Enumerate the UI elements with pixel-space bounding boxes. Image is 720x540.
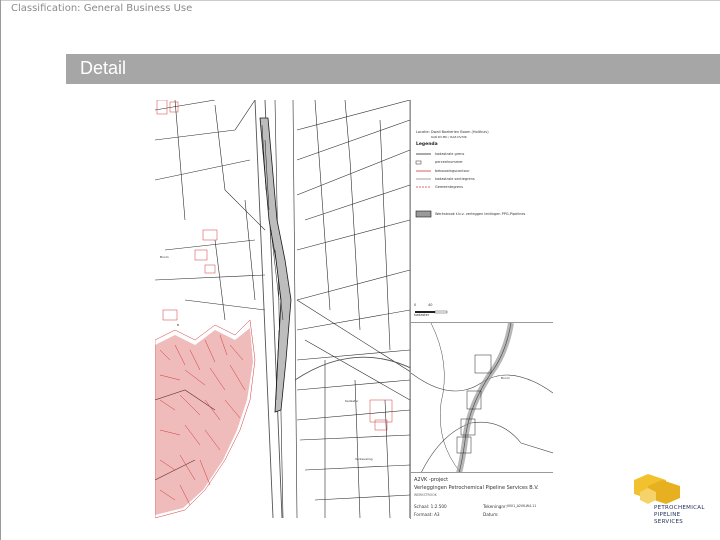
logo-text-line-2: PIPELINE xyxy=(654,512,681,518)
logo-text-line-1: PETROCHEMICAL xyxy=(654,505,705,511)
classification-label: Classification: General Business Use xyxy=(11,3,193,14)
legend-coords: 6AR.DV.MK / RAZ.DV.MK xyxy=(431,135,467,139)
legend-item-4: Gemeentegrens xyxy=(435,185,464,189)
legend-item-5: Werkstrook t.b.v. verleggen leidingen PP… xyxy=(435,212,526,216)
frame-top-border xyxy=(0,0,720,1)
title-block-project: A2VK -project xyxy=(414,477,449,483)
scale-label-start: 0 xyxy=(414,303,417,307)
scale-label-end: 40 xyxy=(428,303,433,307)
logo-text-line-3: SERVICES xyxy=(654,519,684,525)
legend-item-3: kadastrale sectiegrens xyxy=(435,177,475,181)
overview-map-drawing: Boom xyxy=(411,323,553,473)
svg-text:B: B xyxy=(177,323,179,327)
legend-item-1: perceelnummer xyxy=(435,160,463,164)
legend-symbol-hatch-box xyxy=(415,210,432,218)
overview-map: Boom xyxy=(410,322,553,473)
title-block-drawing-number: 0001_A2VK-W4-11 xyxy=(507,504,537,508)
svg-text:Kadaster: Kadaster xyxy=(345,399,359,403)
title-block-subtitle: WERKSTROOK xyxy=(414,493,437,497)
svg-text:Boom: Boom xyxy=(501,376,510,380)
title-block-date-label: Datum: xyxy=(483,512,499,517)
svg-text:Boom: Boom xyxy=(160,255,169,259)
title-block-format: Formaat: A3 xyxy=(414,512,440,517)
legend-item-2: bebouwingscontour xyxy=(435,169,470,173)
map-legend-panel: Locatie: Dwall Boekerlen Boom (Holthuis)… xyxy=(410,100,553,322)
legend-location: Locatie: Dwall Boekerlen Boom (Holthuis) xyxy=(416,130,489,134)
title-block-company: Verleggingen Petrochemical Pipeline Serv… xyxy=(414,485,539,491)
legend-title: Legenda xyxy=(416,142,438,147)
title-block-drawing-label: Tekeningnr: xyxy=(483,504,508,509)
frame-left-border xyxy=(0,0,1,540)
title-block-scale: Schaal: 1:2.500 xyxy=(414,504,447,509)
scale-unit: kadaster xyxy=(414,313,430,317)
legend-symbol-box-small xyxy=(415,160,422,165)
drawing-title-block: A2VK -project Verleggingen Petrochemical… xyxy=(410,472,553,519)
slide-title-bar: Detail xyxy=(66,54,720,84)
legend-item-0: kadastrale grens xyxy=(435,152,465,156)
svg-text:Verkaveling: Verkaveling xyxy=(355,457,373,461)
slide-title: Detail xyxy=(80,58,127,78)
